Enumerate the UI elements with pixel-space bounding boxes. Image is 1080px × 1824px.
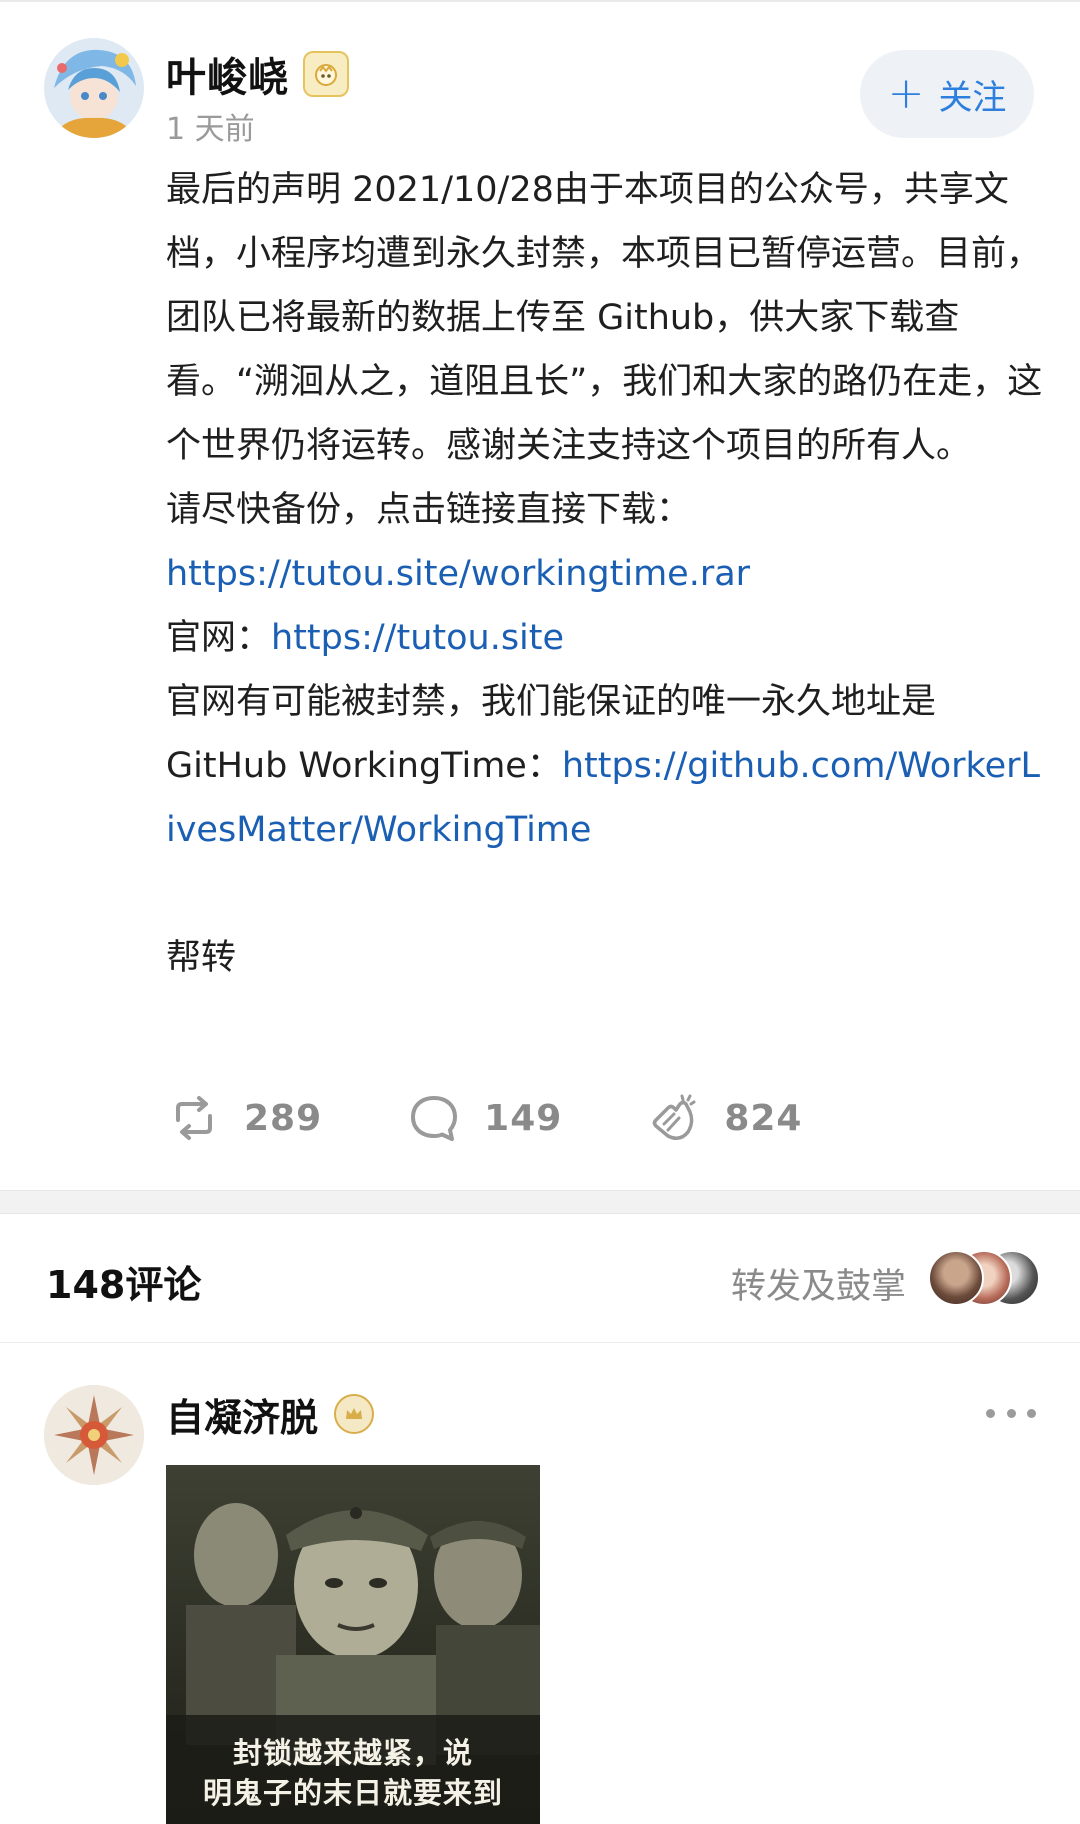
repost-count: 289 <box>244 1097 323 1139</box>
follow-button[interactable]: + 关注 <box>860 50 1034 138</box>
post-paragraph: 最后的声明 2021/10/28由于本项目的公众号，共享文档，小程序均遭到永久封… <box>166 170 1043 466</box>
post-actions: 289 149 824 <box>166 1086 886 1150</box>
post-paragraph: 帮转 <box>166 938 237 978</box>
official-site-link[interactable]: https://tutou.site <box>271 618 564 658</box>
commenter-avatar[interactable] <box>44 1385 144 1485</box>
section-divider <box>0 1190 1080 1214</box>
comments-header: 148评论 转发及鼓掌 <box>0 1214 1080 1343</box>
comment-icon <box>411 1096 458 1141</box>
comment-button[interactable]: 149 <box>406 1090 562 1146</box>
image-caption: 封锁越来越紧，说 明鬼子的末日就要来到 <box>202 1736 503 1810</box>
post-text: 最后的声明 2021/10/28由于本项目的公众号，共享文档，小程序均遭到永久封… <box>166 158 1046 990</box>
repost-button[interactable]: 289 <box>166 1090 322 1146</box>
post-paragraph: 请尽快备份，点击链接直接下载： <box>166 490 692 530</box>
post-card: 叶峻峣 1 天前 + 关注 最后的声明 2021/10/28由于本项目的公众号，… <box>0 0 1080 1190</box>
plus-icon: + <box>887 68 925 119</box>
download-link[interactable]: https://tutou.site/workingtime.rar <box>166 554 750 594</box>
commenter-name[interactable]: 自凝济脱 <box>166 1387 318 1442</box>
comment-image[interactable]: 封锁越来越紧，说 明鬼子的末日就要来到 <box>166 1465 540 1824</box>
repost-and-likes-link[interactable]: 转发及鼓掌 <box>731 1258 906 1309</box>
vip-badge-icon <box>303 51 349 97</box>
like-button[interactable]: 824 <box>646 1090 802 1146</box>
more-dots-icon[interactable] <box>986 1393 1036 1433</box>
member-badge-icon <box>334 1394 375 1434</box>
author-name[interactable]: 叶峻峣 <box>166 45 289 103</box>
comments-count[interactable]: 148评论 <box>46 1254 201 1309</box>
author-avatar[interactable] <box>44 38 144 138</box>
post-time: 1 天前 <box>166 112 255 147</box>
liker-avatars[interactable] <box>928 1250 1040 1308</box>
clap-icon <box>653 1094 696 1140</box>
comment-count: 149 <box>484 1097 563 1139</box>
liker-avatar <box>928 1250 984 1306</box>
like-count: 824 <box>724 1097 803 1139</box>
official-site-label: 官网： <box>166 618 272 658</box>
comment-item: 自凝济脱 封锁越来越紧，说 明鬼子的末日就要来到 <box>0 1343 1080 1824</box>
follow-label: 关注 <box>938 77 1007 118</box>
repost-icon <box>176 1096 212 1140</box>
